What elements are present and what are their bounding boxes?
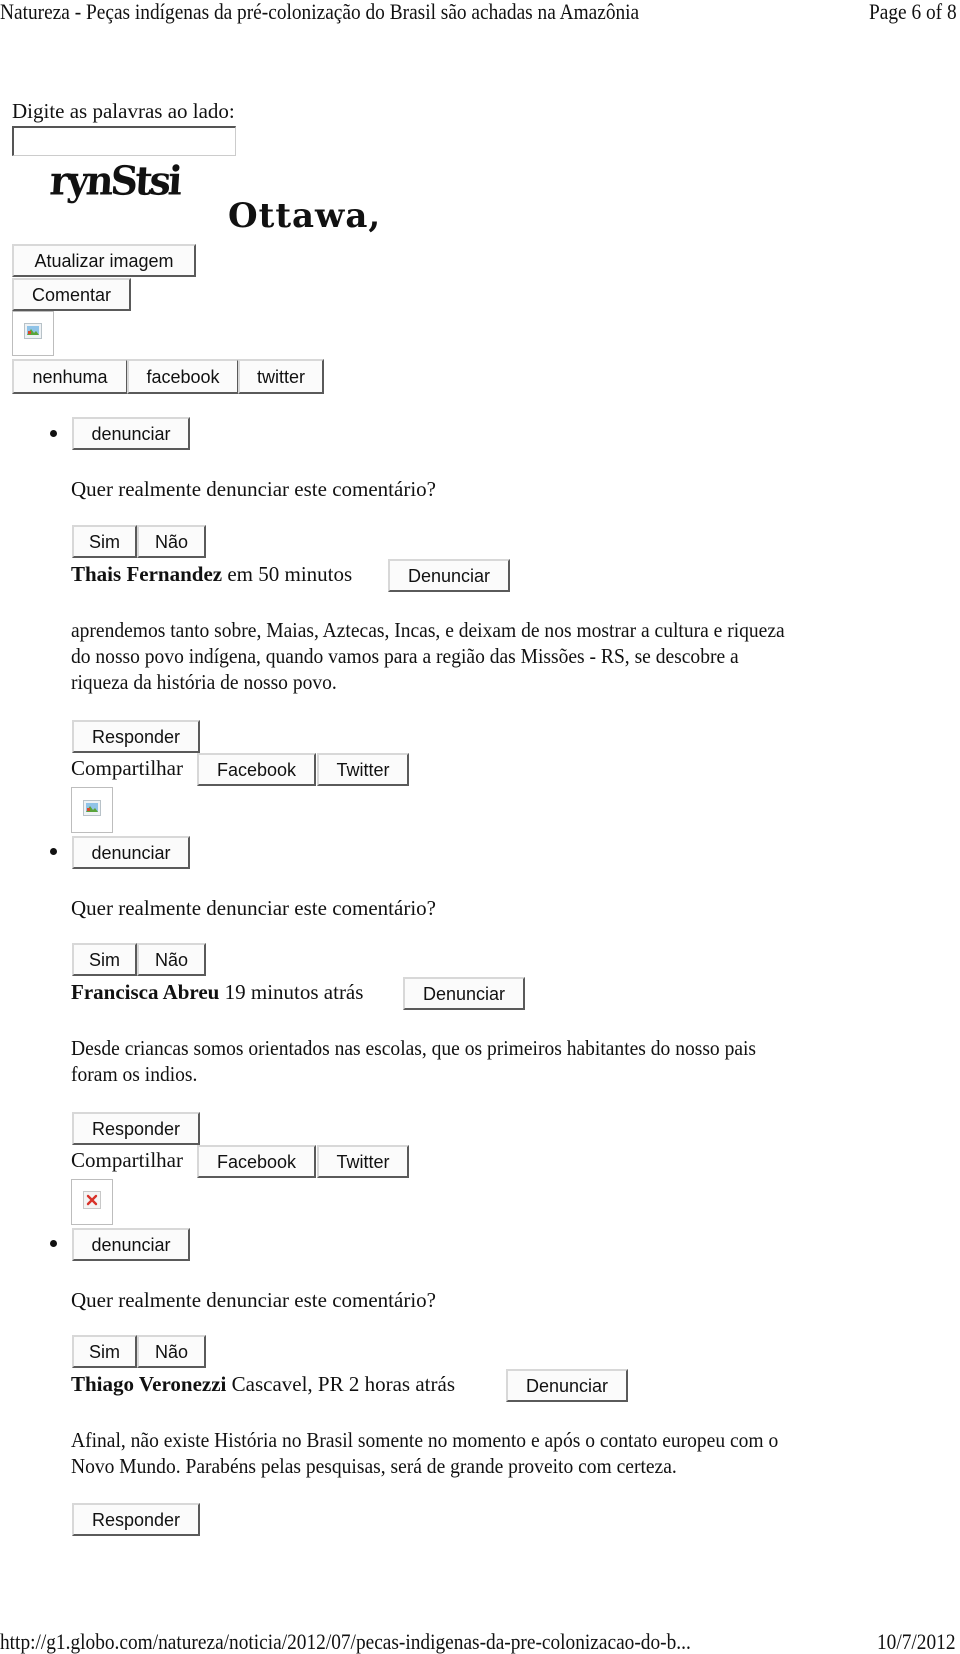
report-confirm-question: Quer realmente denunciar este comentário…: [71, 477, 436, 501]
comment-meta: em 50 minutos: [222, 562, 353, 586]
share-twitter-button[interactable]: Twitter: [317, 753, 409, 786]
page-title: Natureza - Peças indígenas da pré-coloni…: [0, 0, 640, 24]
list-bullet: [50, 848, 57, 855]
reply-button[interactable]: Responder: [72, 720, 200, 753]
comment-byline: Thiago Veronezzi Cascavel, PR 2 horas at…: [71, 1371, 455, 1397]
report-comment-button[interactable]: Denunciar: [403, 977, 525, 1010]
comment-byline: Francisca Abreu 19 minutos atrás: [71, 979, 363, 1005]
share-option-twitter[interactable]: twitter: [238, 359, 324, 394]
report-toggle-button[interactable]: denunciar: [72, 417, 190, 450]
share-label: Compartilhar: [71, 756, 183, 780]
comment-text-line: Afinal, não existe História no Brasil so…: [71, 1428, 779, 1452]
report-confirm-question: Quer realmente denunciar este comentário…: [71, 896, 436, 920]
comment-text-line: foram os indios.: [71, 1062, 198, 1086]
comment-text-line: aprendemos tanto sobre, Maias, Aztecas, …: [71, 618, 785, 642]
captcha-input[interactable]: [12, 126, 236, 156]
image-error-placeholder: [71, 1179, 113, 1225]
share-option-facebook[interactable]: facebook: [127, 359, 239, 394]
report-comment-button[interactable]: Denunciar: [506, 1369, 628, 1402]
comment-text-line: Desde criancas somos orientados nas esco…: [71, 1036, 757, 1060]
report-comment-button[interactable]: Denunciar: [388, 559, 510, 592]
comment-text: aprendemos tanto sobre, Maias, Aztecas, …: [71, 617, 908, 695]
report-toggle-button[interactable]: denunciar: [72, 836, 190, 869]
reply-button[interactable]: Responder: [72, 1112, 200, 1145]
report-confirm-question: Quer realmente denunciar este comentário…: [71, 1288, 436, 1312]
report-confirm-yes-button[interactable]: Sim: [72, 525, 137, 558]
share-facebook-button[interactable]: Facebook: [197, 753, 316, 786]
share-option-nenhuma[interactable]: nenhuma: [12, 359, 128, 394]
captcha-image-word1: rynStsi: [48, 156, 182, 205]
share-twitter-button[interactable]: Twitter: [317, 1145, 409, 1178]
comment-text: Desde criancas somos orientados nas esco…: [71, 1035, 908, 1087]
report-confirm-yes-button[interactable]: Sim: [72, 943, 137, 976]
captcha-image-word2: Ottawa,: [228, 196, 382, 236]
broken-image-icon: [83, 799, 101, 821]
image-placeholder: [12, 311, 54, 356]
list-bullet: [50, 430, 57, 437]
reply-button[interactable]: Responder: [72, 1503, 200, 1536]
image-placeholder: [71, 787, 113, 833]
page-number: Page 6 of 8: [869, 0, 957, 24]
comment-text-line: Novo Mundo. Parabéns pelas pesquisas, se…: [71, 1454, 677, 1478]
share-facebook-button[interactable]: Facebook: [197, 1145, 316, 1178]
page-url: http://g1.globo.com/natureza/noticia/201…: [0, 1629, 691, 1654]
print-date: 10/7/2012: [876, 1629, 956, 1654]
comment-text-line: do nosso povo indígena, quando vamos par…: [71, 644, 739, 668]
report-confirm-no-button[interactable]: Não: [137, 525, 206, 558]
submit-comment-button[interactable]: Comentar: [12, 278, 131, 311]
comment-meta: Cascavel, PR 2 horas atrás: [226, 1372, 455, 1396]
report-toggle-button[interactable]: denunciar: [72, 1228, 190, 1261]
print-footer: http://g1.globo.com/natureza/noticia/201…: [0, 1630, 960, 1654]
print-header: Natureza - Peças indígenas da pré-coloni…: [0, 0, 957, 26]
comment-author: Francisca Abreu: [71, 980, 220, 1004]
share-label: Compartilhar: [71, 1148, 183, 1172]
broken-image-icon: [24, 323, 42, 344]
report-confirm-no-button[interactable]: Não: [137, 1335, 206, 1368]
comment-meta: 19 minutos atrás: [219, 980, 364, 1004]
report-confirm-yes-button[interactable]: Sim: [72, 1335, 137, 1368]
image-error-x-icon: [83, 1190, 101, 1214]
comment-byline: Thais Fernandez em 50 minutos: [71, 561, 352, 587]
comment-text: Afinal, não existe História no Brasil so…: [71, 1427, 908, 1479]
comment-author: Thiago Veronezzi: [71, 1372, 227, 1396]
refresh-captcha-button[interactable]: Atualizar imagem: [12, 244, 196, 277]
captcha-label: Digite as palavras ao lado:: [12, 99, 235, 123]
comment-text-line: riqueza da história de nosso povo.: [71, 670, 337, 694]
report-confirm-no-button[interactable]: Não: [137, 943, 206, 976]
list-bullet: [50, 1240, 57, 1247]
comment-author: Thais Fernandez: [71, 562, 223, 586]
